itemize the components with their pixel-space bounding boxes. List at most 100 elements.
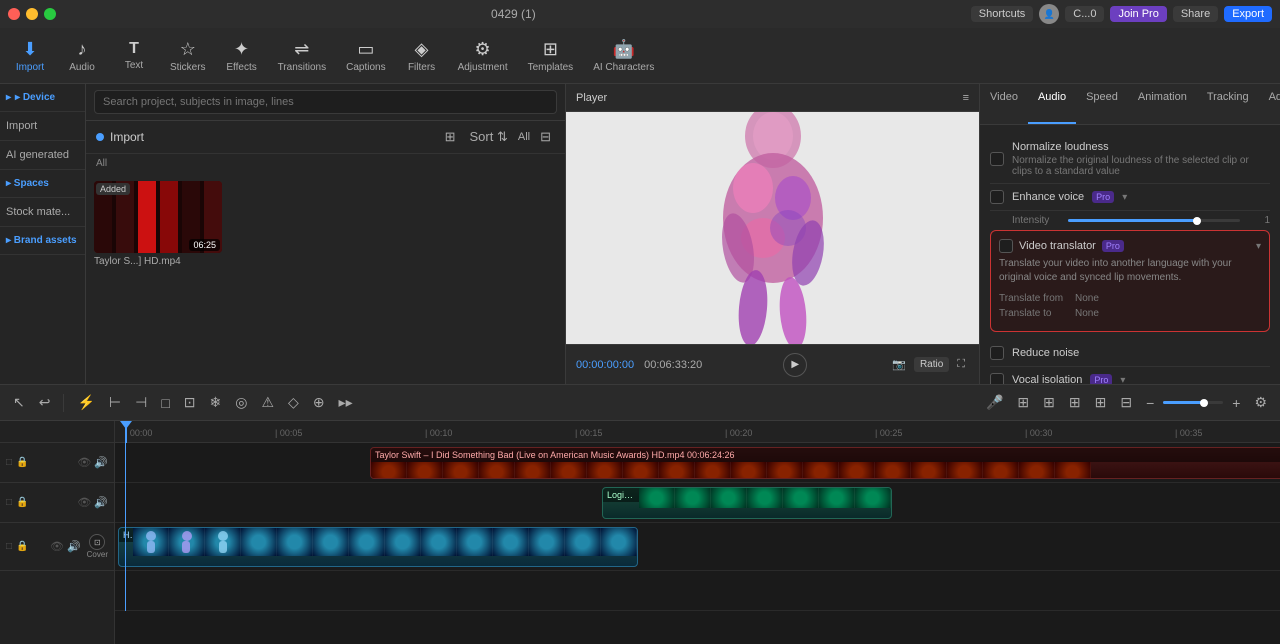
toolbar-stickers[interactable]: ☆ Stickers [160,35,216,77]
toolbar-transitions[interactable]: ⇌ Transitions [268,35,337,77]
export-button[interactable]: Export [1224,6,1272,22]
track3-lock-icon[interactable]: □ [6,541,12,552]
toolbar-audio[interactable]: ♪ Audio [56,35,108,77]
settings-button[interactable]: ⚙ [1249,392,1272,413]
sidebar-item-ai-generated[interactable]: AI generated [0,141,85,170]
zoom-out-button[interactable]: − [1141,393,1159,413]
vt-description: Translate your video into another langua… [999,257,1261,285]
enhance-checkbox[interactable] [990,190,1004,204]
speed-button[interactable]: ▸▸ [334,392,358,413]
translate-from-value: None [1075,293,1099,304]
minimize-button[interactable] [26,8,38,20]
track1-eye-icon[interactable]: 🔒 [16,457,28,468]
brand-assets-group-header[interactable]: ▸ Brand assets [0,227,85,255]
ratio-button[interactable]: Ratio [914,357,949,372]
delete-button[interactable]: □ [156,393,174,413]
select-tool-button[interactable]: ↖ [8,392,30,413]
freeze-button[interactable]: ❄ [205,392,227,413]
zoom-slider[interactable] [1163,401,1223,404]
reduce-noise-checkbox[interactable] [990,346,1004,360]
track3-icon-1[interactable]: 👁 [50,540,64,553]
toolbar-filters[interactable]: ◈ Filters [396,35,448,77]
trim-left-button[interactable]: ⊢ [104,392,126,413]
record-button[interactable]: ◎ [230,392,252,413]
grid-snap-button[interactable]: ⊞ [1012,392,1034,413]
track1-icon-1[interactable]: 👁 [77,456,91,469]
vt-label: Video translator [1019,240,1096,252]
track2-eye-icon[interactable]: 🔒 [16,497,28,508]
toolbar-captions[interactable]: ▭ Captions [336,35,395,77]
filter-button[interactable]: ⊟ [536,127,555,147]
shortcuts-button[interactable]: Shortcuts [971,6,1033,22]
track2-icon-2[interactable]: 🔊 [94,496,108,509]
track2-header: □ 🔒 👁 🔊 [0,483,114,523]
trim-right-button[interactable]: ⊣ [130,392,152,413]
link-button[interactable]: ⊞ [1038,392,1060,413]
main-video-clip[interactable]: Taylor Swift – I Did Something Bad (Live… [370,447,1280,479]
track2-lock-icon[interactable]: □ [6,497,12,508]
device-group-header[interactable]: ▸ ▸ Device [0,84,85,112]
tab-speed[interactable]: Speed [1076,84,1128,124]
normalize-checkbox[interactable] [990,152,1004,166]
track3-icon-2[interactable]: 🔊 [67,540,81,553]
tab-video[interactable]: Video [980,84,1028,124]
preview-menu-icon[interactable]: ≡ [963,92,969,104]
tab-audio[interactable]: Audio [1028,84,1076,124]
vocal-isolation-expand[interactable]: ▾ [1120,375,1125,385]
mic-button[interactable]: 🎤 [981,392,1008,413]
account-button[interactable]: C...0 [1065,6,1104,22]
track1-icon-2[interactable]: 🔊 [94,456,108,469]
screenshot-button[interactable]: 📷 [888,356,910,373]
track3-eye-icon[interactable]: 🔒 [16,541,28,552]
play-button[interactable]: ▶ [783,353,807,377]
tab-adjustment[interactable]: Adjustment [1259,84,1280,124]
track1-lock-icon[interactable]: □ [6,457,12,468]
maximize-button[interactable] [44,8,56,20]
insert-button[interactable]: ⊟ [1115,392,1137,413]
split-audio-button[interactable]: ⊞ [1090,392,1112,413]
media-item[interactable]: Added 06:25 Taylor S...] HD.mp4 [94,181,224,267]
audio-link-button[interactable]: ⊞ [1064,392,1086,413]
toolbar-adjustment[interactable]: ⚙ Adjustment [448,35,518,77]
vt-checkbox[interactable] [999,239,1013,253]
toolbar-ai-characters[interactable]: 🤖 AI Characters [583,35,664,77]
toolbar-text[interactable]: T Text [108,36,160,75]
tab-animation[interactable]: Animation [1128,84,1197,124]
undo-button[interactable]: ↩ [34,392,56,413]
intensity-slider[interactable] [1068,219,1240,222]
diamond-button[interactable]: ◇ [283,392,304,413]
zoom-in-button[interactable]: + [1227,393,1245,413]
grid-view-button[interactable]: ⊞ [441,127,460,147]
toolbar-adjustment-label: Adjustment [458,62,508,73]
fullscreen-button[interactable]: ⛶ [953,356,969,373]
close-button[interactable] [8,8,20,20]
enhance-expand-arrow[interactable]: ▾ [1122,192,1127,203]
track3: Hairy 3d cartoon, fun hip hop and samba … [115,523,1280,571]
cartoon-clip[interactable]: Hairy 3d cartoon, fun hip hop and samba … [118,527,638,567]
crop-button[interactable]: ⊡ [179,392,201,413]
split-button[interactable]: ⚡ [72,392,99,413]
toolbar-import[interactable]: ⬇ Import [4,35,56,77]
cartoon-frame-4 [241,528,277,556]
tab-tracking[interactable]: Tracking [1197,84,1259,124]
search-input[interactable] [94,90,557,114]
warning-button[interactable]: ⚠ [256,392,279,413]
translate-to-row: Translate to None [999,308,1261,319]
copy-button[interactable]: ⊕ [308,392,330,413]
share-button[interactable]: Share [1173,6,1218,22]
toolbar-templates[interactable]: ⊞ Templates [518,35,584,77]
track2-icon-1[interactable]: 👁 [77,496,91,509]
timeline-tracks-area[interactable]: | 00:00 | 00:05 | 00:10 | 00:15 | 00:20 … [115,421,1280,644]
sidebar-item-import[interactable]: Import [0,112,85,141]
join-pro-button[interactable]: Join Pro [1110,6,1166,22]
toolbar-effects[interactable]: ✦ Effects [216,35,268,77]
vocal-isolation-label: Vocal isolation [1012,374,1082,384]
ruler-mark-6: | 00:30 [1025,428,1052,438]
sidebar-item-stock[interactable]: Stock mate... [0,198,85,227]
spaces-group-header[interactable]: ▸ Spaces [0,170,85,198]
vt-expand-arrow[interactable]: ▾ [1256,241,1261,252]
logistics-clip[interactable]: Logistics – Trucking. Back view. 00:00:1… [602,487,892,519]
sort-button[interactable]: Sort ⇅ [466,127,512,147]
cartoon-frame-11 [493,528,529,556]
vocal-isolation-checkbox[interactable] [990,373,1004,384]
